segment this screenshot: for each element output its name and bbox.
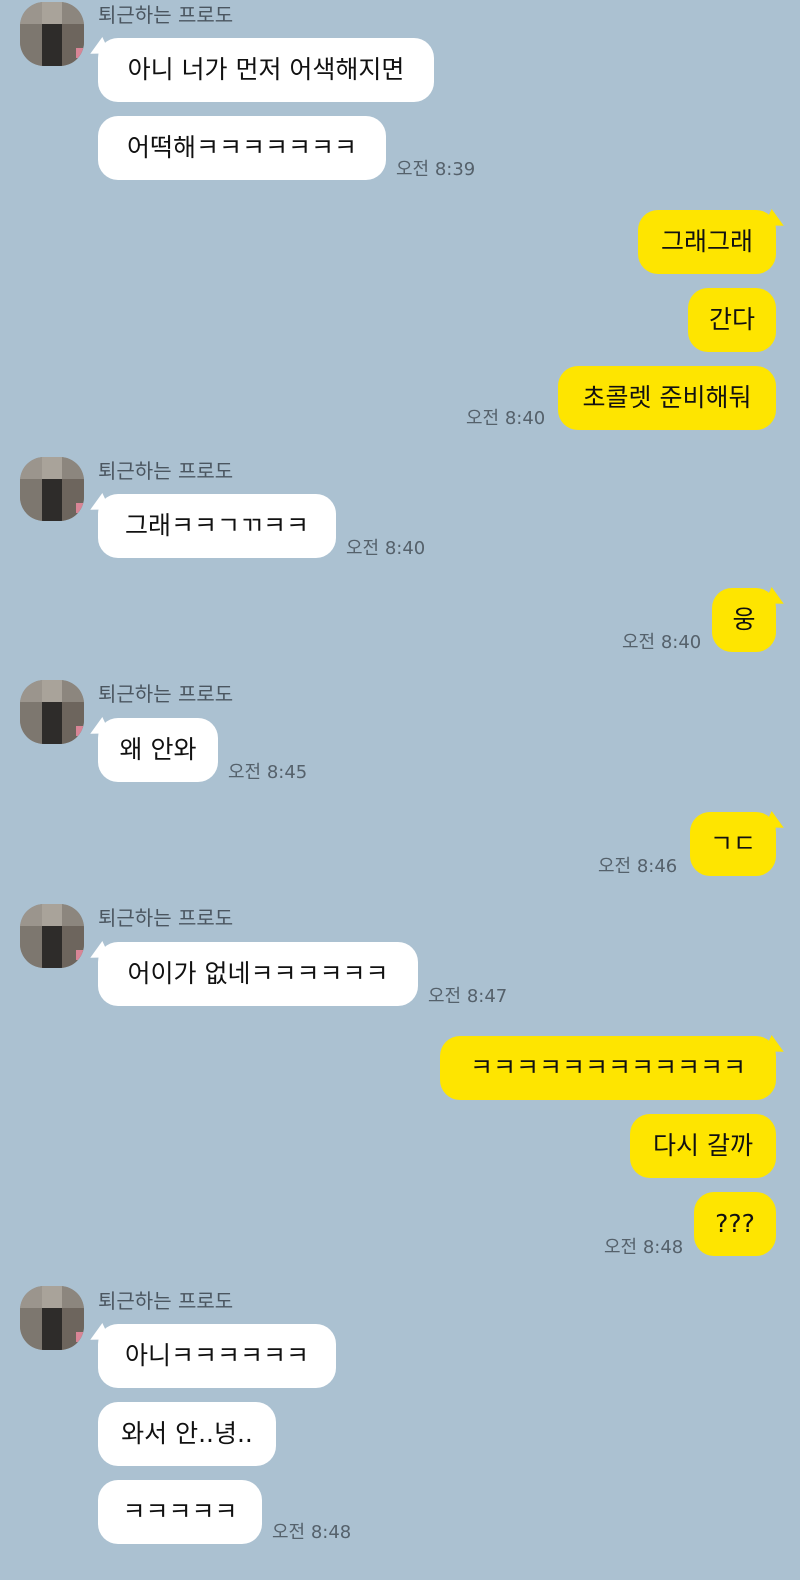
contact-avatar[interactable] — [20, 904, 84, 968]
outgoing-message[interactable]: 다시 갈까 — [630, 1114, 776, 1178]
outgoing-message[interactable]: 간다 — [688, 288, 776, 352]
message-timestamp: 오전 8:48 — [272, 1522, 352, 1543]
outgoing-message[interactable]: ??? — [694, 1192, 776, 1256]
message-timestamp: 오전 8:46 — [598, 856, 678, 877]
outgoing-message[interactable]: 그래그래 — [638, 210, 776, 274]
incoming-message[interactable]: 아니 너가 먼저 어색해지면 — [98, 38, 434, 102]
incoming-message[interactable]: ㅋㅋㅋㅋㅋ — [98, 1480, 262, 1544]
incoming-message[interactable]: 왜 안와 — [98, 718, 218, 782]
incoming-message[interactable]: 어떡해ㅋㅋㅋㅋㅋㅋㅋ — [98, 116, 386, 180]
contact-name: 퇴근하는 프로도 — [98, 682, 234, 706]
contact-name: 퇴근하는 프로도 — [98, 3, 234, 27]
contact-avatar[interactable] — [20, 457, 84, 521]
incoming-message[interactable]: 와서 안..녕.. — [98, 1402, 276, 1466]
incoming-message[interactable]: 그래ㅋㅋㄱㄲㅋㅋ — [98, 494, 336, 558]
contact-name: 퇴근하는 프로도 — [98, 459, 234, 483]
outgoing-message[interactable]: 웅 — [712, 588, 776, 652]
outgoing-message[interactable]: ㄱㄷ — [690, 812, 776, 876]
message-timestamp: 오전 8:45 — [228, 762, 308, 783]
contact-avatar[interactable] — [20, 1286, 84, 1350]
message-timestamp: 오전 8:40 — [622, 632, 702, 653]
contact-name: 퇴근하는 프로도 — [98, 906, 234, 930]
message-timestamp: 오전 8:40 — [346, 538, 426, 559]
message-timestamp: 오전 8:47 — [428, 986, 508, 1007]
message-timestamp: 오전 8:40 — [466, 408, 546, 429]
incoming-message[interactable]: 아니ㅋㅋㅋㅋㅋㅋ — [98, 1324, 336, 1388]
message-timestamp: 오전 8:48 — [604, 1237, 684, 1258]
contact-name: 퇴근하는 프로도 — [98, 1289, 234, 1313]
outgoing-message[interactable]: 초콜렛 준비해둬 — [558, 366, 776, 430]
message-timestamp: 오전 8:39 — [396, 159, 476, 180]
chat-message-list[interactable]: 퇴근하는 프로도 아니 너가 먼저 어색해지면 어떡해ㅋㅋㅋㅋㅋㅋㅋ 오전 8:… — [0, 0, 800, 1580]
contact-avatar[interactable] — [20, 2, 84, 66]
contact-avatar[interactable] — [20, 680, 84, 744]
outgoing-message[interactable]: ㅋㅋㅋㅋㅋㅋㅋㅋㅋㅋㅋㅋ — [440, 1036, 776, 1100]
incoming-message[interactable]: 어이가 없네ㅋㅋㅋㅋㅋㅋ — [98, 942, 418, 1006]
